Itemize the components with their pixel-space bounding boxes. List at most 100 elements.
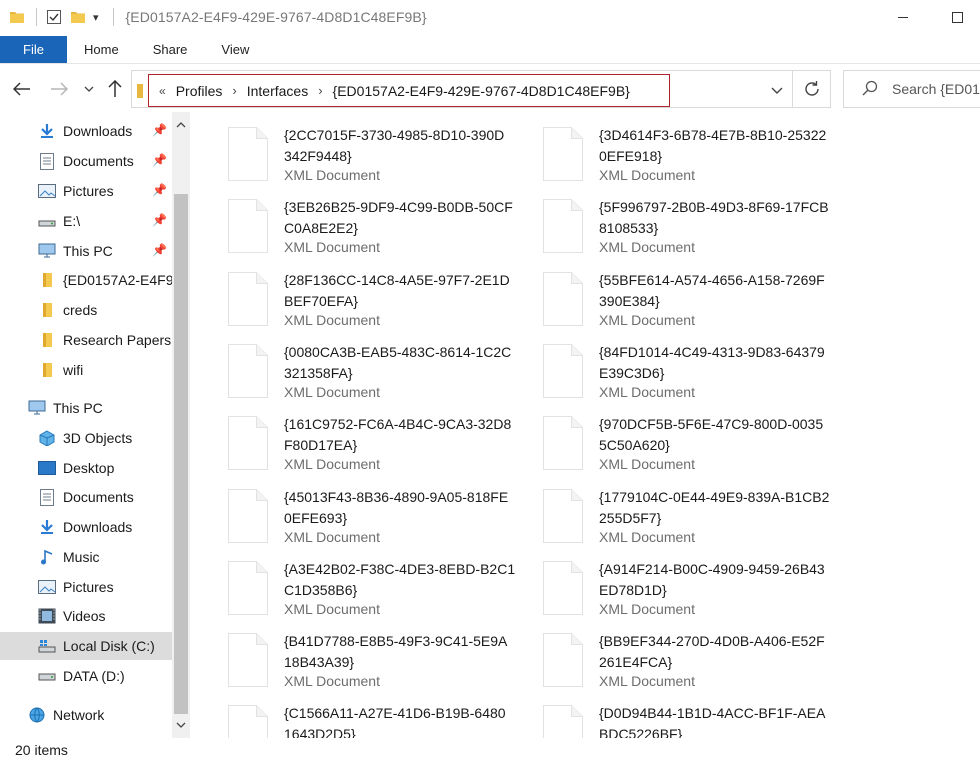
chevron-down-icon	[84, 86, 94, 92]
folder-icon	[38, 301, 56, 319]
file-item[interactable]: {84FD1014-4C49-4313-9D83-64379 E39C3D6} XM…	[507, 329, 825, 400]
new-folder-icon[interactable]	[69, 8, 87, 26]
nav-item-data-d[interactable]: DATA (D:)	[0, 663, 172, 689]
file-name-line-1: {BB9EF344-270D-4D0B-A406-E52F	[599, 633, 825, 650]
xml-file-icon	[228, 416, 268, 471]
file-name-line-2: E39C3D6}	[599, 364, 665, 381]
file-item[interactable]: {3D4614F3-6B78-4E7B-8B10-25322 0EFE918} XM…	[507, 112, 826, 183]
search-box[interactable]: Search {ED01	[843, 70, 980, 108]
folder-icon	[38, 361, 56, 379]
file-item[interactable]: {28F136CC-14C8-4A5E-97F7-2E1D BEF70EFA} XM…	[192, 257, 510, 328]
up-arrow-icon	[108, 80, 122, 97]
nav-item-wifi[interactable]: wifi	[0, 357, 172, 383]
network-icon	[28, 706, 46, 724]
properties-checkbox-icon[interactable]	[45, 8, 63, 26]
file-item[interactable]: {A3E42B02-F38C-4DE3-8EBD-B2C1 C1D358B6} XM…	[192, 546, 515, 617]
file-item[interactable]: {D0D94B44-1B1D-4ACC-BF1F-AEA BDC5226BF}	[507, 690, 825, 738]
windows-drive-icon	[38, 637, 56, 655]
pin-icon[interactable]: 📌	[152, 153, 167, 167]
forward-arrow-icon	[51, 82, 68, 96]
file-type: XML Document	[284, 383, 380, 400]
forward-button[interactable]	[48, 78, 70, 100]
nav-item-pictures[interactable]: Pictures 📌	[0, 178, 172, 204]
file-item[interactable]: {2CC7015F-3730-4985-8D10-390D 342F9448} XM…	[192, 112, 504, 183]
nav-item-music[interactable]: Music	[0, 544, 172, 570]
file-name-line-1: {970DCF5B-5F6E-47C9-800D-0035	[599, 416, 824, 433]
file-name-line-2: 0EFE693}	[284, 509, 348, 526]
back-button[interactable]	[11, 78, 33, 100]
file-item[interactable]: {55BFE614-A574-4656-A158-7269F 390E384} XM…	[507, 257, 825, 328]
file-item[interactable]: {BB9EF344-270D-4D0B-A406-E52F 261E4FCA} XM…	[507, 618, 825, 689]
overflow-chevron-icon[interactable]: «	[159, 84, 166, 98]
pin-icon[interactable]: 📌	[152, 213, 167, 227]
navigation-scrollbar[interactable]	[172, 112, 190, 738]
file-type: XML Document	[284, 239, 380, 256]
file-item[interactable]: {970DCF5B-5F6E-47C9-800D-0035 5C50A620} XM…	[507, 401, 823, 472]
file-name: {970DCF5B-5F6E-47C9-800D-0035 5C50A620}	[599, 414, 844, 456]
file-name-line-1: {45013F43-8B36-4890-9A05-818FE	[284, 488, 509, 505]
file-item[interactable]: {B41D7788-E8B5-49F3-9C41-5E9A 18B43A39} XM…	[192, 618, 507, 689]
scroll-down-arrow-icon[interactable]	[172, 716, 190, 734]
recent-locations-button[interactable]	[78, 78, 100, 100]
tab-view[interactable]: View	[204, 36, 266, 63]
breadcrumb-interfaces[interactable]: Interfaces	[247, 83, 308, 99]
file-item[interactable]: {45013F43-8B36-4890-9A05-818FE 0EFE693} XM…	[192, 474, 508, 545]
up-button[interactable]	[104, 78, 126, 100]
maximize-button[interactable]	[934, 0, 980, 34]
minimize-button[interactable]	[880, 0, 926, 34]
pin-icon[interactable]: 📌	[152, 183, 167, 197]
file-name: {3D4614F3-6B78-4E7B-8B10-25322 0EFE918}	[599, 125, 844, 167]
nav-item-downloads-pc[interactable]: Downloads	[0, 514, 172, 540]
file-item[interactable]: {A914F214-B00C-4909-9459-26B43 ED78D1D} XM…	[507, 546, 825, 617]
breadcrumb-profiles[interactable]: Profiles	[176, 83, 223, 99]
scroll-up-arrow-icon[interactable]	[172, 116, 190, 134]
nav-item-desktop[interactable]: Desktop	[0, 455, 172, 481]
file-name: {1779104C-0E44-49E9-839A-B1CB2 255D5F7}	[599, 487, 844, 529]
nav-item-label: wifi	[63, 362, 84, 378]
pin-icon[interactable]: 📌	[152, 123, 167, 137]
nav-item-label: {ED0157A2-E4F9	[63, 272, 172, 288]
nav-item-this-pc-pinned[interactable]: This PC 📌	[0, 238, 172, 264]
file-name-line-1: {B41D7788-E8B5-49F3-9C41-5E9A	[284, 633, 508, 650]
scrollbar-thumb[interactable]	[174, 194, 188, 714]
nav-item-documents-pc[interactable]: Documents	[0, 484, 172, 510]
refresh-button[interactable]	[792, 71, 831, 107]
nav-item-3d-objects[interactable]: 3D Objects	[0, 425, 172, 451]
folder-icon	[38, 271, 56, 289]
breadcrumb-current-folder[interactable]: {ED0157A2-E4F9-429E-9767-4D8D1C48EF9B}	[333, 83, 630, 99]
nav-item-this-pc[interactable]: This PC	[0, 395, 172, 421]
pin-icon[interactable]: 📌	[152, 243, 167, 257]
nav-item-documents[interactable]: Documents 📌	[0, 148, 172, 174]
nav-item-pictures-pc[interactable]: Pictures	[0, 574, 172, 600]
xml-file-icon	[543, 633, 583, 688]
nav-item-ed0157a2-folder[interactable]: {ED0157A2-E4F9	[0, 267, 172, 293]
chevron-right-icon[interactable]: ›	[318, 83, 322, 98]
customize-toolbar-chevron-icon[interactable]: ▾	[93, 11, 99, 24]
file-item[interactable]: {C1566A11-A27E-41D6-B19B-6480 1643D2D5}	[192, 690, 506, 738]
file-item[interactable]: {0080CA3B-EAB5-483C-8614-1C2C 321358FA} XM…	[192, 329, 511, 400]
navigation-pane: Downloads 📌 Documents 📌 Pictures 📌 E:\ 📌…	[0, 112, 172, 738]
nav-item-label: Local Disk (C:)	[63, 638, 155, 654]
file-item[interactable]: {161C9752-FC6A-4B4C-9CA3-32D8 F80D17EA} XM…	[192, 401, 511, 472]
tab-home[interactable]: Home	[67, 36, 136, 63]
nav-item-research-papers[interactable]: Research Papers	[0, 327, 172, 353]
file-item[interactable]: {3EB26B25-9DF9-4C99-B0DB-50CF C0A8E2E2} XM…	[192, 184, 513, 255]
file-type: XML Document	[284, 456, 380, 473]
file-item[interactable]: {5F996797-2B0B-49D3-8F69-17FCB 8108533} XM…	[507, 184, 829, 255]
file-item[interactable]: {1779104C-0E44-49E9-839A-B1CB2 255D5F7} XM…	[507, 474, 829, 545]
nav-item-creds[interactable]: creds	[0, 297, 172, 323]
documents-icon	[38, 152, 56, 170]
address-bar[interactable]: « Profiles › Interfaces › {ED0157A2-E4F9…	[131, 70, 831, 108]
nav-item-e-drive[interactable]: E:\ 📌	[0, 208, 172, 234]
nav-item-local-disk-c[interactable]: Local Disk (C:)	[0, 632, 172, 660]
file-type: XML Document	[599, 600, 695, 617]
nav-item-network[interactable]: Network	[0, 702, 172, 728]
chevron-right-icon[interactable]: ›	[232, 83, 236, 98]
address-dropdown-button[interactable]	[766, 79, 788, 101]
nav-item-videos[interactable]: Videos	[0, 603, 172, 629]
tab-file[interactable]: File	[0, 36, 67, 63]
xml-file-icon	[228, 343, 268, 398]
tab-share[interactable]: Share	[136, 36, 205, 63]
nav-item-label: Downloads	[63, 123, 133, 139]
nav-item-downloads[interactable]: Downloads 📌	[0, 118, 172, 144]
